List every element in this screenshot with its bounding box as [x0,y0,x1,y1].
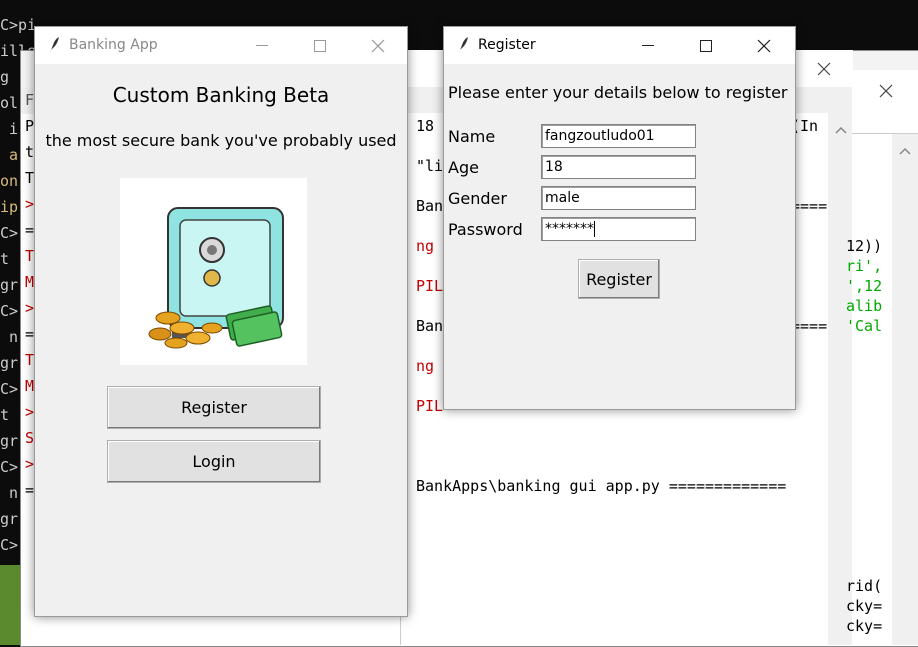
ide-shell-fragment: ==== [791,317,828,335]
age-label: Age [448,158,479,177]
terminal-line: C>pi [0,16,37,34]
ide-shell-fragment: ==== [791,197,828,215]
submit-register-button[interactable]: Register [578,259,660,299]
terminal-line: gr [0,354,19,372]
password-label: Password [448,220,523,239]
terminal-line: C> [0,458,19,476]
ide-strip-line: > [25,299,35,317]
app-heading: Custom Banking Beta [112,83,330,107]
ide-strip-line: T [25,351,35,369]
terminal-line: t [0,250,10,268]
gender-field[interactable]: male [541,186,696,210]
ide-shell-line: "li [416,157,444,175]
ide-strip-line: = [25,325,35,343]
banking-titlebar[interactable]: Banking App [35,27,407,64]
banking-app-window: Banking App Custom Banking Beta the most… [34,26,408,617]
ide-strip-line: P [25,117,35,135]
banking-window-title: Banking App [69,37,158,53]
terminal-line: C> [0,380,19,398]
ide-strip-line: T [25,169,35,187]
password-field[interactable]: ******* [541,217,696,241]
terminal-line: C> [0,224,19,242]
feather-icon [459,37,468,53]
ide-shell-line: Ban [416,317,444,335]
terminal-line: gr [0,510,19,528]
editor-line: ri', [846,257,883,275]
ide-shell-line: 18 [416,117,435,135]
close-icon[interactable] [735,27,793,64]
editor-line: ',12 [846,277,883,295]
ide-strip-line: = [25,221,35,239]
ide-scrollbar[interactable] [828,113,853,645]
ide-strip-line: S [25,429,35,447]
ide-strip-line: > [25,455,35,473]
chevron-up-icon[interactable] [899,140,911,159]
ide-strip-line: F [25,91,35,109]
chevron-up-icon[interactable] [835,119,847,138]
register-button[interactable]: Register [107,386,321,429]
terminal-line: n [0,484,19,502]
terminal-line: gr [0,432,19,450]
minimize-icon[interactable] [619,27,677,64]
minimize-icon[interactable] [233,27,291,64]
register-titlebar[interactable]: Register [444,27,795,64]
ide-strip-line: M [25,273,35,291]
ide-strip-line: M [25,377,35,395]
terminal-line: a [0,146,19,164]
terminal-line: ol [0,94,19,112]
editor-line: cky= [846,597,883,615]
terminal-line: i [0,120,19,138]
ide-strip-line: > [25,403,35,421]
terminal-line: g [0,68,10,86]
terminal-line: n [0,328,19,346]
editor-line: cky= [846,617,883,635]
age-field[interactable]: 18 [541,155,696,179]
editor-line: 12)) [846,237,883,255]
ide-strip-line: > [25,195,35,213]
name-field[interactable]: fangzoutludo01 [541,124,696,148]
ide-shell-line: Ban [416,197,444,215]
desktop-background [0,565,20,645]
close-icon[interactable] [349,27,407,64]
app-subtitle: the most secure bank you've probably use… [45,131,397,150]
feather-icon [50,37,59,53]
text-cursor [594,221,595,237]
terminal-line: ip [0,198,19,216]
terminal-line: C> [0,536,19,554]
terminal-line: on [0,172,19,190]
login-button[interactable]: Login [107,440,321,483]
maximize-icon[interactable] [677,27,735,64]
ide-strip-line: T [25,247,35,265]
ide-editor-window: 12)) ri', ',12 alib 'Cal rid( cky= cky= [846,70,918,645]
editor-scrollbar[interactable] [892,134,918,645]
maximize-icon[interactable] [291,27,349,64]
editor-line: rid( [846,577,883,595]
ide-strip-line: = [25,481,35,499]
ide-strip-line: t [25,143,35,161]
safe-image [120,178,307,365]
gender-label: Gender [448,189,507,208]
register-instructions: Please enter your details below to regis… [448,83,788,102]
ide-shell-line: BankApps\banking gui app.py ============… [416,477,787,495]
password-mask: ******* [545,221,594,237]
terminal-line: t [0,406,10,424]
register-window: Register Please enter your details below… [443,26,796,410]
terminal-line: gr [0,276,19,294]
register-window-title: Register [478,37,536,53]
terminal-line: C> [0,302,19,320]
editor-line: alib [846,297,883,315]
editor-text: 12)) ri', ',12 alib 'Cal rid( cky= cky= [846,0,892,645]
editor-line: 'Cal [846,317,883,335]
name-label: Name [448,127,496,146]
